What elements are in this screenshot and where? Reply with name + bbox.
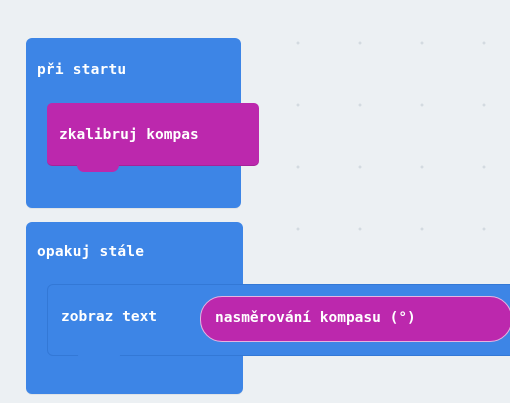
calibrate-compass-label: zkalibruj kompas xyxy=(59,127,199,143)
calibrate-compass-block[interactable]: zkalibruj kompas xyxy=(47,103,259,172)
compass-heading-label: nasměrování kompasu (°) xyxy=(215,310,416,326)
show-string-label: zobraz text xyxy=(61,309,158,325)
block-connector xyxy=(78,353,120,361)
blocks-workspace[interactable]: při startu zkalibruj kompas opakuj stále… xyxy=(0,0,510,403)
compass-heading-reporter[interactable]: nasměrování kompasu (°) xyxy=(200,296,510,342)
block-connector xyxy=(77,163,119,172)
on-start-label: při startu xyxy=(37,62,127,78)
forever-label: opakuj stále xyxy=(37,244,145,260)
